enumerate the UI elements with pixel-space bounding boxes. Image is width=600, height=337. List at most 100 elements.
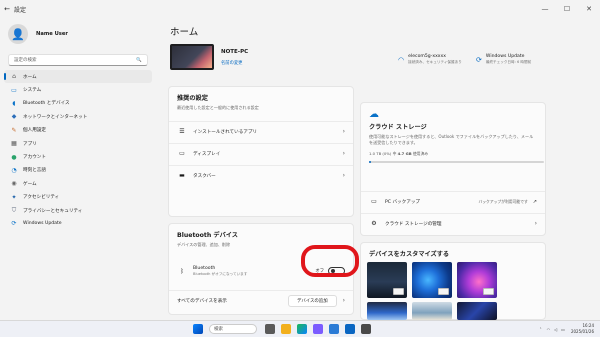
bluetooth-footer: すべてのデバイスを表示 デバイスの追加 › <box>169 290 353 310</box>
item-label: ディスプレイ <box>193 151 221 157</box>
chevron-right-icon: › <box>342 172 345 179</box>
sidebar-item-gaming[interactable]: ◉ ゲーム <box>0 177 156 190</box>
sidebar-item-label: アクセシビリティ <box>23 195 60 201</box>
sidebar-item-accounts[interactable]: ● アカウント <box>0 150 156 163</box>
wallpaper-thumbnail-1[interactable] <box>367 262 407 298</box>
card-title: クラウド ストレージ <box>369 124 427 131</box>
sidebar-item-system[interactable]: ▭ システム <box>0 83 156 96</box>
sidebar-item-label: Windows Update <box>23 221 62 227</box>
rename-link[interactable]: 名前の変更 <box>221 60 248 66</box>
update-icon: ⟳ <box>476 55 482 64</box>
speaker-icon[interactable]: ◁ <box>554 327 557 332</box>
sidebar-item-label: システム <box>23 88 42 94</box>
taskbar-icon: ▬ <box>179 172 185 179</box>
monitor-icon: ▭ <box>11 86 17 94</box>
home-icon: ⌂ <box>12 73 16 81</box>
monitor-icon: ▭ <box>179 150 185 157</box>
view-all-devices-link[interactable]: すべてのデバイスを表示 <box>177 298 227 304</box>
chevron-right-icon: › <box>342 150 345 157</box>
search-icon: 🔍 <box>136 57 142 63</box>
chevron-up-icon[interactable]: ˄ <box>540 327 542 332</box>
storage-total: 1.0 TB (0%) 中 <box>369 151 397 156</box>
wallpaper-thumbnail-4[interactable] <box>367 302 407 320</box>
taskbar-search-label: 検索 <box>214 327 223 332</box>
add-device-button[interactable]: デバイスの追加 <box>287 294 337 307</box>
bluetooth-label: Bluetooth <box>193 265 216 271</box>
wallpaper-preview-window <box>483 288 494 295</box>
sidebar-item-home[interactable]: ⌂ ホーム <box>4 70 152 84</box>
sidebar-item-label: 時刻と言語 <box>23 168 46 174</box>
battery-icon[interactable]: ▭ <box>561 327 565 332</box>
wallpaper-thumbnail-2[interactable] <box>412 262 452 298</box>
sidebar-item-accessibility[interactable]: ✦ アクセシビリティ <box>0 191 156 204</box>
sidebar-item-personalization[interactable]: ✎ 個人用設定 <box>0 124 156 137</box>
sidebar-item-apps[interactable]: ▦ アプリ <box>0 137 156 150</box>
wallpaper-preview-window <box>393 288 404 295</box>
gamepad-icon: ◉ <box>11 180 17 188</box>
item-label: タスクバー <box>193 173 216 179</box>
update-title: Windows Update <box>485 54 525 59</box>
wifi-name: elecom5g-xxxxx <box>408 54 446 59</box>
sidebar-item-privacy[interactable]: ⛉ プライバシーとセキュリティ <box>0 204 156 217</box>
update-subtitle: 最終チェック日時: 6 時間前 <box>485 60 532 64</box>
update-status[interactable]: ⟳ Windows Update 最終チェック日時: 6 時間前 <box>476 54 531 65</box>
bluetooth-icon: ◖ <box>12 99 16 107</box>
clock[interactable]: 16:24 2025/01/26 <box>571 323 594 335</box>
bluetooth-icon: ᛒ <box>180 267 184 275</box>
recommended-item-display[interactable]: ▭ ディスプレイ › <box>169 143 353 163</box>
cloud-icon: ☁ <box>369 109 379 120</box>
minimize-button[interactable]: — <box>534 0 556 18</box>
device-wallpaper-thumbnail <box>170 44 214 70</box>
file-explorer-icon[interactable] <box>281 324 291 334</box>
highlight-ring <box>301 245 359 277</box>
edge-icon[interactable] <box>297 324 307 334</box>
cloud-storage-card: ☁ クラウド ストレージ 使用可能なストレージを使用すると、Outlook でフ… <box>360 102 546 236</box>
start-button[interactable] <box>193 324 203 334</box>
manage-cloud-storage-row[interactable]: ⚙ クラウド ストレージの管理 › <box>361 213 545 233</box>
wallpaper-thumbnail-3[interactable] <box>457 262 497 298</box>
wifi-icon[interactable]: ◠ <box>547 327 551 332</box>
shield-icon: ⛉ <box>11 207 17 215</box>
wallpaper-thumbnail-6[interactable] <box>457 302 497 320</box>
back-button[interactable]: ← <box>0 5 14 13</box>
chevron-right-icon: › <box>342 297 345 304</box>
search-input[interactable]: 設定の検索 🔍 <box>8 54 148 66</box>
sidebar-item-network[interactable]: ◆ ネットワークとインターネット <box>0 110 156 123</box>
storage-progress-fill <box>369 161 371 163</box>
main-content: ホーム NOTE-PC 名前の変更 ◠ elecom5g-xxxxx 接続済み、… <box>156 18 600 320</box>
sidebar: 👤 Name User 設定の検索 🔍 ⌂ ホーム ▭ システム ◖ Bluetoot… <box>0 18 156 320</box>
outlook-icon[interactable] <box>329 324 339 334</box>
taskbar-icons: 検索 <box>193 324 377 334</box>
brush-icon: ✎ <box>11 126 17 134</box>
sidebar-item-label: アカウント <box>23 155 46 161</box>
sidebar-item-windows-update[interactable]: ⟳ Windows Update <box>0 217 156 230</box>
task-view-icon[interactable] <box>265 324 275 334</box>
apps-icon: ▦ <box>11 140 17 148</box>
sidebar-item-bluetooth[interactable]: ◖ Bluetooth とデバイス <box>0 97 156 110</box>
taskbar-search[interactable]: 検索 <box>209 324 257 334</box>
wallpaper-preview-window <box>438 288 449 295</box>
settings-app-icon[interactable] <box>361 324 371 334</box>
sidebar-item-time-language[interactable]: ◔ 時刻と言語 <box>0 164 156 177</box>
storage-usage: 1.0 TB (0%) 中 4.7 GB 使用済み <box>369 151 537 157</box>
wifi-status[interactable]: ◠ elecom5g-xxxxx 接続済み、セキュリティ保護あり <box>398 54 462 65</box>
avatar: 👤 <box>8 24 28 44</box>
user-name: Name User <box>36 31 68 37</box>
maximize-button[interactable]: ☐ <box>556 0 578 18</box>
user-profile[interactable]: 👤 Name User <box>0 18 156 50</box>
store-icon[interactable] <box>313 324 323 334</box>
recommended-item-taskbar[interactable]: ▬ タスクバー › <box>169 165 353 185</box>
storage-used-amount: 4.7 GB <box>397 151 412 156</box>
sidebar-item-label: ネットワークとインターネット <box>23 114 88 120</box>
backup-icon: ▭ <box>371 198 377 205</box>
pc-backup-row[interactable]: ▭ PC バックアップ バックアップが利用可能です ↗ <box>361 191 545 211</box>
close-button[interactable]: ✕ <box>578 0 600 18</box>
accessibility-icon: ✦ <box>11 193 17 201</box>
chevron-right-icon: › <box>534 220 537 227</box>
title-bar: ← 設定 — ☐ ✕ <box>0 0 600 18</box>
app-icon[interactable] <box>345 324 355 334</box>
wallpaper-thumbnail-5[interactable] <box>412 302 452 320</box>
storage-suffix: 使用済み <box>412 151 429 156</box>
recommended-item-installed-apps[interactable]: ☰ インストールされているアプリ › <box>169 121 353 141</box>
taskbar: 検索 ˄ ◠ ◁ ▭ 16:24 2025/01/26 <box>0 320 600 337</box>
